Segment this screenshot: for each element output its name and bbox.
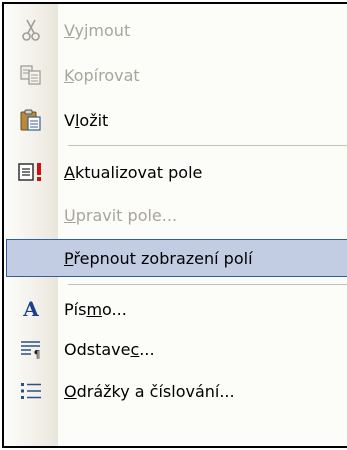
paragraph-icon: ¶ (4, 329, 58, 369)
menu-separator (68, 284, 347, 285)
menu-item-paragraph[interactable]: ¶ Odstavec... (4, 329, 347, 369)
menu-item-label: Upravit pole... (64, 205, 178, 225)
menu-item-update-field[interactable]: Aktualizovat pole (4, 152, 347, 192)
font-icon: A (4, 289, 58, 329)
menu-item-paste[interactable]: Vložit (4, 100, 347, 140)
svg-text:¶: ¶ (34, 348, 41, 360)
menu-item-label: Kopírovat (64, 65, 140, 85)
copy-icon (4, 55, 58, 95)
menu-item-label: Aktualizovat pole (64, 162, 203, 182)
menu-item-label: Odrážky a číslování... (64, 381, 235, 401)
scissors-icon (4, 10, 58, 50)
menu-item-font[interactable]: A Písmo... (4, 289, 347, 329)
menu-item-cut[interactable]: Vyjmout (4, 10, 347, 50)
update-field-icon (4, 152, 58, 192)
menu-item-label: Vyjmout (64, 20, 131, 40)
menu-item-label: Odstavec... (64, 339, 155, 359)
menu-item-edit-field[interactable]: Upravit pole... (4, 195, 347, 235)
context-menu: Vyjmout Kopírovat Vložit Aktualizovat po… (2, 2, 347, 448)
paste-icon (4, 100, 58, 140)
menu-item-toggle-field-codes[interactable]: Přepnout zobrazení polí (4, 238, 347, 278)
menu-item-label: Vložit (64, 110, 109, 130)
menu-item-label: Přepnout zobrazení polí (64, 248, 253, 268)
bullets-numbering-icon (4, 371, 58, 411)
menu-item-copy[interactable]: Kopírovat (4, 55, 347, 95)
menu-item-label: Písmo... (64, 299, 127, 319)
menu-separator (68, 145, 347, 146)
menu-item-bullets-numbering[interactable]: Odrážky a číslování... (4, 371, 347, 411)
svg-text:A: A (22, 298, 39, 320)
